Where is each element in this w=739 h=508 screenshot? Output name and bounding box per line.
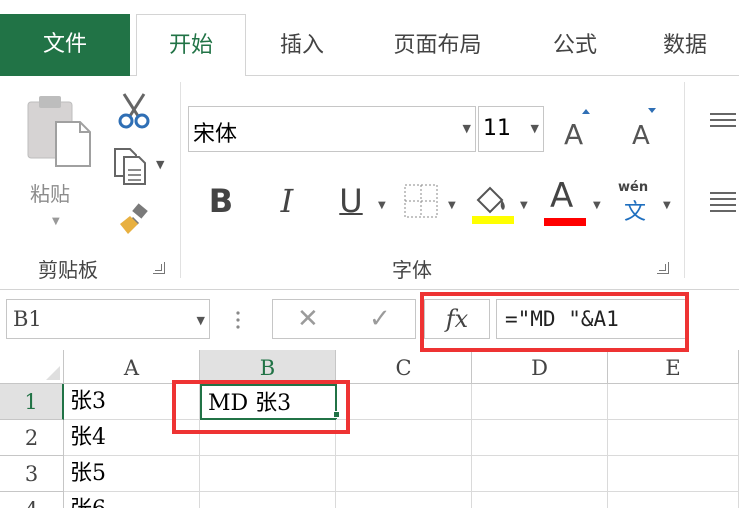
phonetic-dropdown-icon[interactable]: ▼: [663, 200, 671, 211]
svg-text:A: A: [564, 118, 583, 150]
cell-e1[interactable]: [608, 384, 739, 420]
cell-c3[interactable]: [336, 456, 472, 492]
chevron-down-icon: ▼: [530, 122, 539, 135]
cell-b3[interactable]: [200, 456, 336, 492]
cut-button[interactable]: [114, 90, 154, 130]
underline-dropdown-icon[interactable]: ▼: [378, 200, 386, 211]
cell-d4[interactable]: [472, 492, 608, 508]
formula-buttons: ✕ ✓: [272, 299, 416, 339]
format-painter-button[interactable]: [116, 202, 152, 238]
font-size-value: 11: [483, 116, 511, 141]
group-divider: [684, 82, 685, 278]
cell-a3[interactable]: 张5: [64, 456, 200, 492]
group-divider: [180, 82, 181, 278]
font-launcher-icon[interactable]: [657, 262, 669, 274]
vertical-dots-icon: [236, 311, 240, 329]
bold-button[interactable]: B: [204, 178, 238, 224]
format-painter-icon: [120, 203, 148, 234]
ribbon-tab-bar: 文件 开始 插入 页面布局 公式 数据: [0, 0, 739, 77]
column-header-c[interactable]: C: [336, 350, 472, 384]
fill-color-button[interactable]: [472, 180, 514, 224]
cancel-icon[interactable]: ✕: [297, 304, 319, 334]
font-group-label: 字体: [392, 258, 432, 282]
phonetic-pinyin: wén: [618, 180, 649, 195]
svg-text:A: A: [632, 121, 650, 150]
cell-d2[interactable]: [472, 420, 608, 456]
enter-check-icon[interactable]: ✓: [369, 304, 391, 334]
chevron-down-icon: ▼: [196, 314, 205, 327]
more-dots-icon[interactable]: [236, 310, 240, 330]
name-box-value: B1: [13, 307, 42, 331]
clipboard-group-label: 剪贴板: [38, 258, 98, 282]
formula-highlight-box: [420, 292, 689, 352]
worksheet-grid: A B C D E 1 张3 MD 张3 2 张4 3 张5 4 张6: [0, 350, 739, 508]
align-lines-icon: [710, 113, 736, 127]
cell-e3[interactable]: [608, 456, 739, 492]
column-header-e[interactable]: E: [608, 350, 739, 384]
name-box[interactable]: B1 ▼: [6, 299, 210, 339]
align-lines-icon: [710, 192, 736, 212]
column-header-a[interactable]: A: [64, 350, 200, 384]
underline-label: U: [339, 182, 363, 220]
cell-b4[interactable]: [200, 492, 336, 508]
row-header-1[interactable]: 1: [0, 384, 64, 420]
shrink-font-icon: A: [632, 108, 656, 151]
cell-c1[interactable]: [336, 384, 472, 420]
font-color-dropdown-icon[interactable]: ▼: [593, 200, 601, 211]
font-name-select[interactable]: 宋体 ▼: [188, 106, 476, 152]
copy-dropdown-icon[interactable]: ▼: [156, 158, 164, 171]
column-header-d[interactable]: D: [472, 350, 608, 384]
row-header-4[interactable]: 4: [0, 492, 64, 508]
tab-home[interactable]: 开始: [136, 14, 246, 77]
ribbon: 粘贴 ▼ ▼ 剪贴板 宋体 ▼ 11 ▼ A A B I U ▼ ▼ ▼ A ▼…: [0, 76, 739, 290]
row-header-2[interactable]: 2: [0, 420, 64, 456]
clipboard-launcher-icon[interactable]: [153, 262, 165, 274]
cell-c2[interactable]: [336, 420, 472, 456]
phonetic-guide-button[interactable]: wén 文: [614, 180, 658, 225]
select-all-button[interactable]: [0, 350, 64, 384]
align-left-button[interactable]: [708, 190, 736, 212]
cell-c4[interactable]: [336, 492, 472, 508]
chevron-down-icon: ▼: [462, 122, 471, 135]
grow-font-icon: A: [564, 109, 590, 151]
borders-icon: [404, 184, 438, 218]
paste-button[interactable]: [22, 92, 94, 168]
paint-bucket-icon: [472, 186, 514, 224]
fill-color-dropdown-icon[interactable]: ▼: [520, 200, 528, 211]
cell-a4[interactable]: 张6: [64, 492, 200, 508]
cell-highlight-box: [172, 380, 350, 434]
scissors-icon: [118, 93, 150, 129]
font-size-select[interactable]: 11 ▼: [478, 106, 544, 152]
cell-d3[interactable]: [472, 456, 608, 492]
column-header-b[interactable]: B: [200, 350, 336, 384]
copy-button[interactable]: [112, 146, 150, 186]
cell-d1[interactable]: [472, 384, 608, 420]
paste-dropdown-icon[interactable]: ▼: [52, 216, 60, 227]
font-color-bar: [544, 218, 586, 226]
cell-e4[interactable]: [608, 492, 739, 508]
increase-font-size-button[interactable]: A: [562, 106, 598, 151]
decrease-font-size-button[interactable]: A: [628, 106, 664, 151]
tab-page-layout[interactable]: 页面布局: [375, 18, 500, 76]
copy-icon: [114, 148, 146, 185]
row-header-3[interactable]: 3: [0, 456, 64, 492]
paste-icon: [27, 96, 91, 167]
borders-dropdown-icon[interactable]: ▼: [448, 200, 456, 211]
underline-button[interactable]: U: [334, 178, 368, 224]
font-name-value: 宋体: [193, 122, 238, 147]
italic-button[interactable]: I: [270, 178, 304, 224]
tab-data[interactable]: 数据: [640, 18, 730, 76]
cell-e2[interactable]: [608, 420, 739, 456]
paste-label: 粘贴: [30, 182, 70, 206]
phonetic-char: 文: [624, 200, 647, 225]
font-color-button[interactable]: A: [544, 176, 588, 226]
font-color-letter: A: [550, 176, 574, 216]
align-top-button[interactable]: [708, 110, 736, 132]
borders-button[interactable]: [404, 184, 438, 218]
tab-insert[interactable]: 插入: [262, 18, 342, 76]
tab-file[interactable]: 文件: [0, 14, 130, 76]
tab-formulas[interactable]: 公式: [530, 18, 620, 76]
